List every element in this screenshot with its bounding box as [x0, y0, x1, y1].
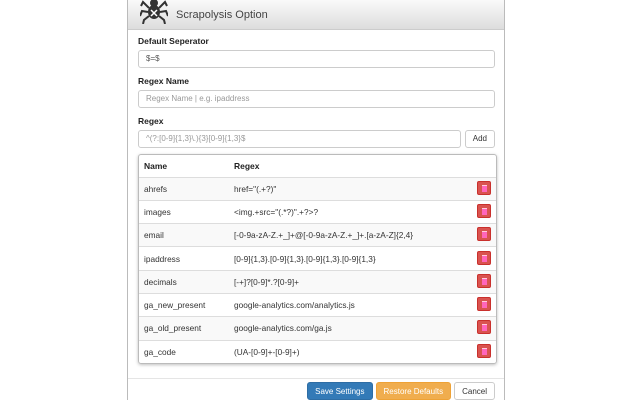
regex-input[interactable]: ^(?:[0-9]{1,3}\.){3}[0-9]{1,3}$: [138, 130, 461, 148]
delete-trash-icon[interactable]: [477, 320, 491, 335]
delete-trash-icon[interactable]: [477, 297, 491, 312]
dialog-header: Scrapolysis Option: [128, 0, 504, 30]
separator-input[interactable]: $=$: [138, 50, 495, 68]
delete-trash-icon[interactable]: [477, 273, 491, 288]
column-header-name: Name: [144, 160, 168, 171]
regex-name-input[interactable]: Regex Name | e.g. ipaddress: [138, 90, 495, 108]
dialog-footer: Save Settings Restore Defaults Cancel: [128, 378, 504, 400]
column-header-regex: Regex: [234, 160, 260, 171]
regex-name-cell: images: [139, 199, 229, 224]
delete-trash-icon[interactable]: [477, 343, 491, 358]
table-row: ipaddress [0-9]{1,3}.[0-9]{1,3}.[0-9]{1,…: [139, 246, 496, 271]
save-settings-button[interactable]: Save Settings: [307, 382, 373, 400]
add-button[interactable]: Add: [464, 130, 495, 148]
delete-trash-icon[interactable]: [477, 203, 491, 218]
cancel-button[interactable]: Cancel: [454, 382, 495, 400]
separator-label: Default Seperator: [138, 36, 209, 46]
regex-pattern-cell: <img.+src="(.*?)".+?>?: [229, 199, 472, 224]
regex-pattern-cell: [0-9]{1,3}.[0-9]{1,3}.[0-9]{1,3}.[0-9]{1…: [229, 246, 472, 271]
regex-name-label: Regex Name: [138, 76, 190, 86]
regex-pattern-cell: google-analytics.com/analytics.js: [229, 292, 472, 317]
regex-name-cell: ahrefs: [139, 176, 229, 201]
table-row: ahrefs href="(.+?)": [139, 176, 496, 201]
regex-pattern-cell: (UA-[0-9]+-[0-9]+): [229, 339, 472, 364]
table-row: images <img.+src="(.*?)".+?>?: [139, 199, 496, 224]
regex-table: Name Regex ahrefs href="(.+?)" images <i…: [138, 154, 497, 365]
regex-pattern-cell: [-+]?[0-9]*.?[0-9]+: [229, 269, 472, 294]
delete-trash-icon[interactable]: [477, 227, 491, 242]
options-dialog: Scrapolysis Option Default Seperator $=$…: [127, 0, 505, 400]
regex-name-cell: ga_code: [139, 339, 229, 364]
table-row: ga_old_present google-analytics.com/ga.j…: [139, 316, 496, 341]
regex-pattern-cell: href="(.+?)": [229, 176, 472, 201]
table-row: email [-0-9a-zA-Z.+_]+@[-0-9a-zA-Z.+_]+.…: [139, 223, 496, 247]
regex-name-cell: email: [139, 223, 229, 247]
regex-name-cell: ga_new_present: [139, 292, 229, 317]
regex-label: Regex: [138, 116, 164, 126]
regex-name-cell: decimals: [139, 269, 229, 294]
dialog-title: Scrapolysis Option: [176, 8, 268, 21]
restore-defaults-button[interactable]: Restore Defaults: [375, 382, 452, 400]
table-row: decimals [-+]?[0-9]*.?[0-9]+: [139, 269, 496, 294]
regex-name-cell: ipaddress: [139, 246, 229, 271]
table-row: ga_code (UA-[0-9]+-[0-9]+): [139, 339, 496, 364]
spider-logo-icon: [140, 0, 168, 24]
delete-trash-icon[interactable]: [477, 180, 491, 195]
regex-pattern-cell: [-0-9a-zA-Z.+_]+@[-0-9a-zA-Z.+_]+.[a-zA-…: [229, 223, 472, 247]
regex-pattern-cell: google-analytics.com/ga.js: [229, 316, 472, 341]
table-row: ga_new_present google-analytics.com/anal…: [139, 292, 496, 317]
delete-trash-icon[interactable]: [477, 250, 491, 265]
regex-name-cell: ga_old_present: [139, 316, 229, 341]
